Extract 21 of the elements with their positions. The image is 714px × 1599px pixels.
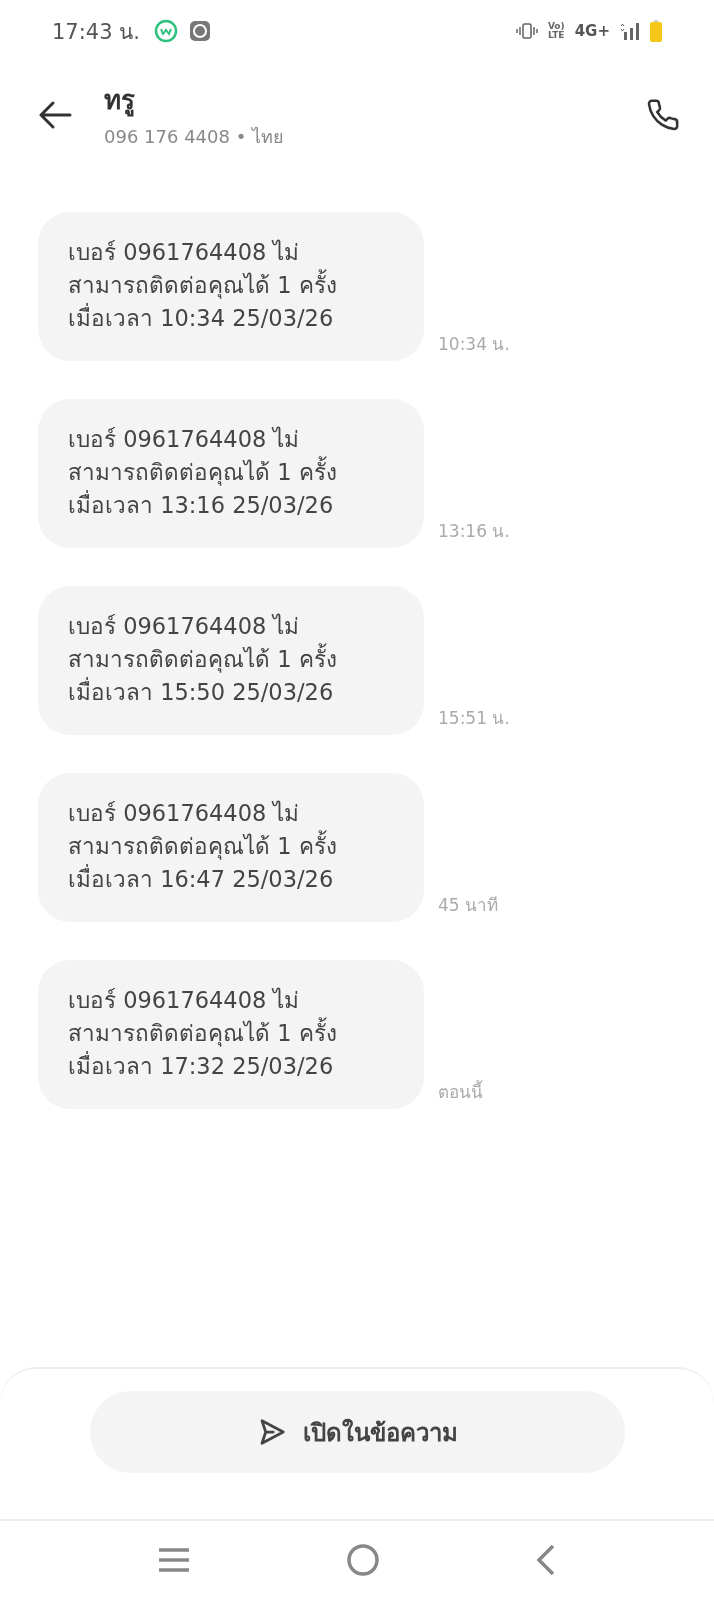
message-time: 13:16 น. bbox=[438, 520, 510, 543]
message-time: 15:51 น. bbox=[438, 707, 510, 730]
message-bubble: เบอร์ 0961764408 ไม่ สามารถติดต่อคุณได้ 1 ครั้ง เมื่อเวลา 16:47 25/03/26 bbox=[38, 773, 424, 922]
message-bubble: เบอร์ 0961764408 ไม่ สามารถติดต่อคุณได้ 1 ครั้ง เมื่อเวลา 10:34 25/03/26 bbox=[38, 212, 424, 361]
message-time: ตอนนี้ bbox=[438, 1079, 483, 1104]
message-time: 45 นาที bbox=[438, 894, 499, 917]
volte-indicator: Vo) LTE bbox=[547, 22, 565, 40]
message-bubble: เบอร์ 0961764408 ไม่ สามารถติดต่อคุณได้ 1 ครั้ง เมื่อเวลา 13:16 25/03/26 bbox=[38, 399, 424, 548]
open-in-messages-button[interactable]: เปิดในข้อความ bbox=[89, 1391, 625, 1473]
sync-app-icon bbox=[187, 19, 212, 43]
contact-number: 096 176 4408 • ไทย bbox=[104, 124, 286, 149]
signal-icon bbox=[620, 22, 640, 40]
chat-app-icon bbox=[153, 19, 178, 43]
contact-name: ทรู bbox=[104, 83, 136, 119]
battery-icon bbox=[650, 20, 662, 42]
status-time: 17:43 น. bbox=[52, 18, 140, 46]
vibrate-icon bbox=[515, 22, 538, 40]
network-type: 4G+ bbox=[574, 22, 610, 40]
message-bubble: เบอร์ 0961764408 ไม่ สามารถติดต่อคุณได้ 1 ครั้ง เมื่อเวลา 17:32 25/03/26 bbox=[38, 960, 424, 1109]
message-time: 10:34 น. bbox=[438, 333, 510, 356]
message-bubble: เบอร์ 0961764408 ไม่ สามารถติดต่อคุณได้ 1 ครั้ง เมื่อเวลา 15:50 25/03/26 bbox=[38, 586, 424, 735]
